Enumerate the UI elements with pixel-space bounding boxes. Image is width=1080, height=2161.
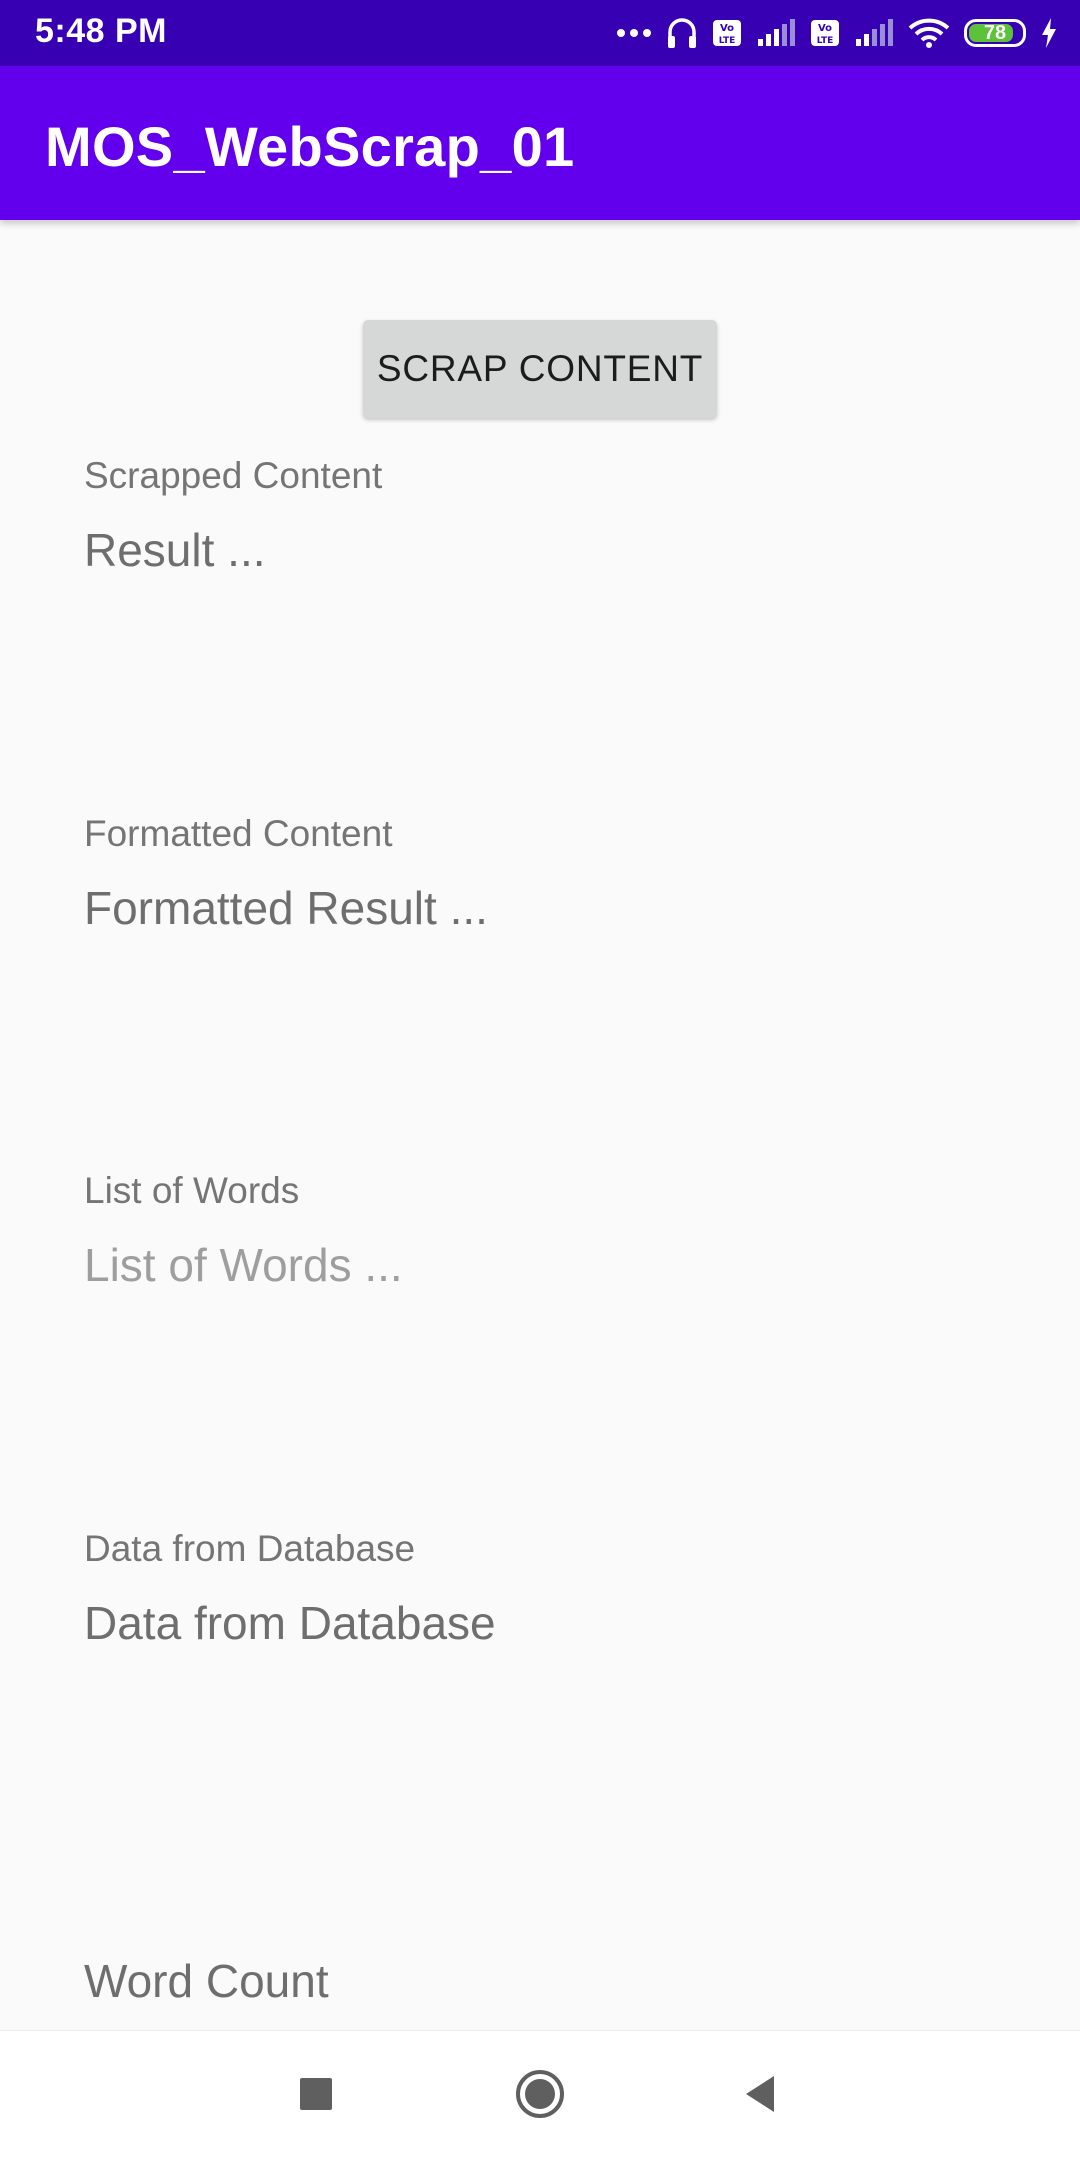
- formatted-content-value: Formatted Result ...: [84, 882, 488, 934]
- home-button[interactable]: [485, 2031, 595, 2161]
- svg-text:LTE: LTE: [817, 36, 834, 46]
- more-dots-icon: [616, 28, 652, 38]
- back-triangle-icon: [742, 2074, 778, 2119]
- scrapped-content-value: Result ...: [84, 524, 266, 576]
- database-data-value: Data from Database: [84, 1597, 496, 1649]
- formatted-content-label: Formatted Content: [84, 813, 393, 854]
- app-title: MOS_WebScrap_01: [45, 115, 575, 178]
- home-circle-icon: [514, 2068, 566, 2125]
- database-data-label: Data from Database: [84, 1528, 416, 1569]
- scrap-content-button[interactable]: SCRAP CONTENT: [363, 320, 717, 418]
- recents-button[interactable]: [261, 2031, 371, 2161]
- wifi-icon: [908, 17, 950, 49]
- battery-icon: 78: [964, 19, 1026, 47]
- charging-icon: [1040, 18, 1058, 48]
- signal-icon: [854, 19, 894, 47]
- battery-level: 78: [983, 22, 1007, 44]
- back-button[interactable]: [705, 2031, 815, 2161]
- status-bar: 5:48 PM Vo LTE Vo LTE 78: [0, 0, 1080, 66]
- status-icons: Vo LTE Vo LTE 78: [616, 14, 1058, 52]
- signal-icon: [756, 19, 796, 47]
- recents-square-icon: [298, 2076, 334, 2117]
- svg-text:Vo: Vo: [818, 23, 832, 34]
- word-count-label: Word Count: [84, 1955, 329, 2007]
- list-of-words-label: List of Words: [84, 1170, 300, 1211]
- scrapped-content-label: Scrapped Content: [84, 455, 383, 496]
- volte-icon: Vo LTE: [810, 19, 840, 47]
- app-bar: MOS_WebScrap_01: [0, 66, 1080, 220]
- svg-text:Vo: Vo: [720, 23, 734, 34]
- status-time: 5:48 PM: [35, 12, 167, 50]
- navigation-bar: [0, 2030, 1080, 2161]
- svg-text:LTE: LTE: [719, 36, 736, 46]
- list-of-words-field[interactable]: List of Words ...: [84, 1238, 403, 1292]
- volte-icon: Vo LTE: [712, 19, 742, 47]
- headphones-icon: [666, 16, 698, 50]
